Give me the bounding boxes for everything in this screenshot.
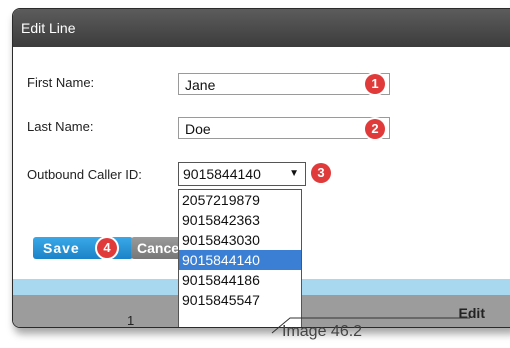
image-caption: Image 46.2	[282, 323, 363, 340]
caption-pointer-line	[271, 317, 470, 334]
